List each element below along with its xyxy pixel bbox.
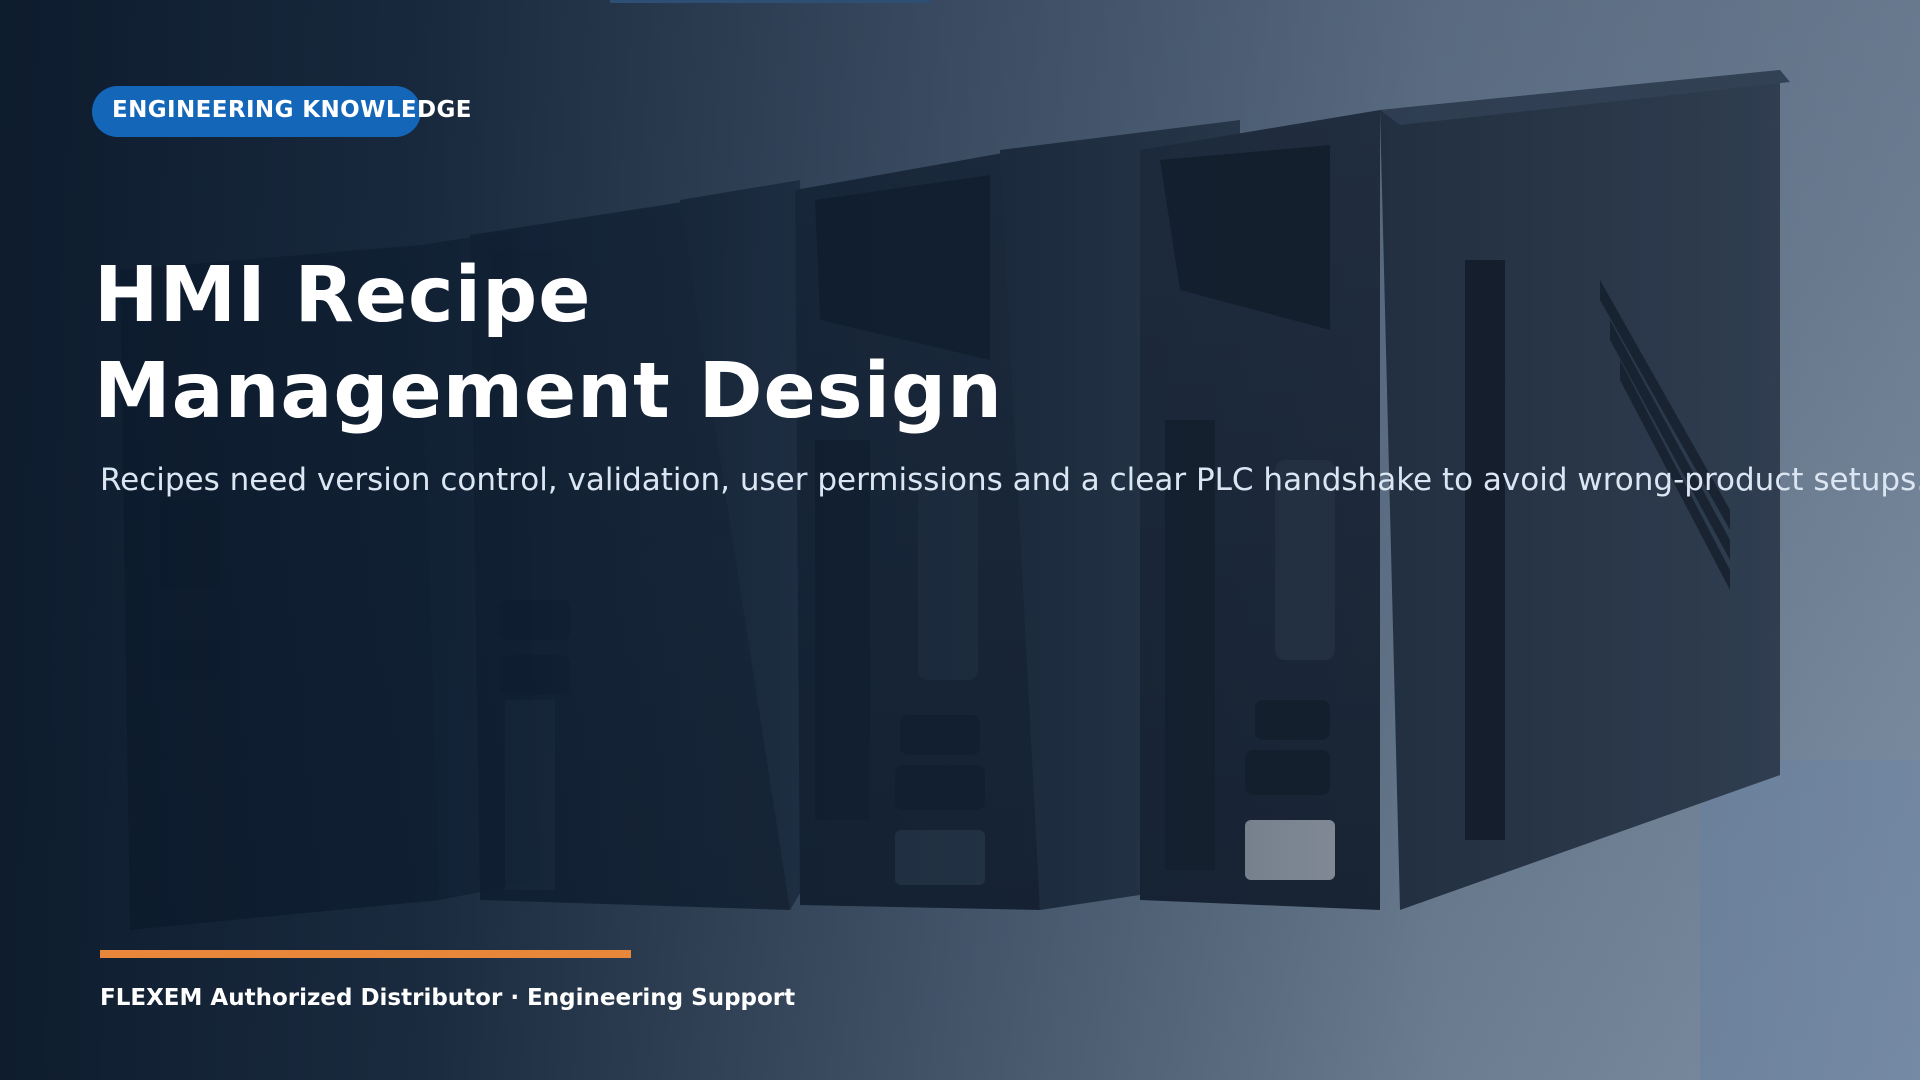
- hero-banner: ENGINEERING KNOWLEDGE HMI Recipe Managem…: [0, 0, 1920, 1080]
- footer-caption: FLEXEM Authorized Distributor · Engineer…: [100, 985, 796, 1011]
- page-title-line-1: HMI Recipe: [94, 251, 592, 340]
- page-subtitle: Recipes need version control, validation…: [100, 462, 1920, 498]
- page-title-line-2: Management Design: [94, 347, 1003, 436]
- accent-divider: [100, 950, 631, 958]
- top-edge-bar: [610, 0, 930, 3]
- category-tag-label: ENGINEERING KNOWLEDGE: [112, 97, 472, 123]
- background-overlay: [0, 0, 1920, 1080]
- page-title: HMI Recipe Management Design: [94, 248, 1003, 440]
